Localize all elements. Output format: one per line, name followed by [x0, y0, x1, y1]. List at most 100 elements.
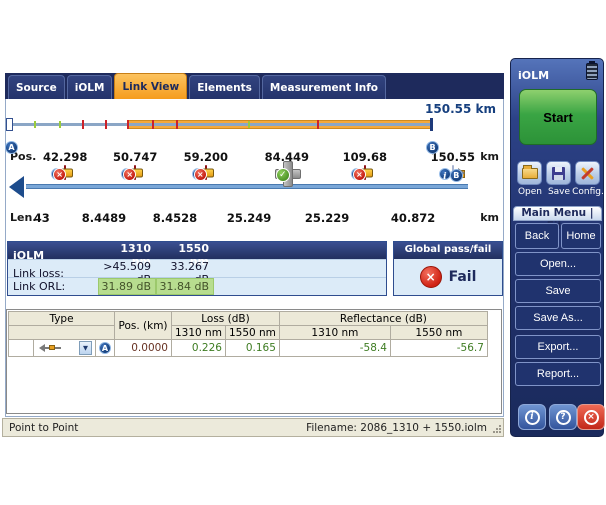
measurement-type-label: Point to Point — [9, 422, 78, 434]
len-unit-label: km — [480, 211, 499, 224]
scroll-left-arrow[interactable] — [9, 176, 24, 198]
start-button[interactable]: Start — [519, 89, 597, 145]
marker-b: B — [426, 141, 439, 154]
link-orl-1550: 31.84 dB — [156, 278, 214, 295]
overview-tick-fail — [176, 120, 178, 129]
summary-title: iOLM — [8, 249, 98, 262]
link-element-splice[interactable] — [364, 166, 366, 179]
element-position: 109.68 — [343, 150, 387, 164]
fiber-line — [26, 184, 468, 189]
menu-header: Main Menu | File — [513, 206, 602, 221]
segment-length: 8.4489 — [82, 211, 126, 225]
elements-list: Type Pos. (km) Loss (dB) Reflectance (dB… — [6, 309, 502, 414]
menu-item-save-as[interactable]: Save As... — [515, 306, 601, 330]
overview-tick-fail — [127, 120, 129, 129]
overview-tick-pass — [248, 121, 250, 128]
tab-elements[interactable]: Elements — [189, 75, 260, 99]
loss-1550-header: 1550 nm — [225, 326, 279, 340]
fail-icon — [123, 168, 136, 181]
segment-length: 25.249 — [227, 211, 271, 225]
tab-bar: Source iOLM Link View Elements Measureme… — [5, 73, 504, 99]
menu-item-open[interactable]: Open... — [515, 252, 601, 276]
fail-icon — [194, 168, 207, 181]
element-position: 59.200 — [184, 150, 228, 164]
floppy-disk-icon — [552, 167, 565, 180]
info-icon — [525, 410, 540, 425]
loss-1310-value: 0.226 — [172, 340, 226, 357]
segment-length: 40.872 — [391, 211, 435, 225]
link-orl-row: Link ORL: 31.89 dB 31.84 dB — [8, 277, 386, 295]
overview-tick-fail — [82, 120, 84, 129]
refl-1310-value: -58.4 — [279, 340, 390, 357]
link-element-end[interactable]: B — [452, 166, 454, 179]
link-element-splice[interactable] — [134, 166, 136, 179]
element-type-icon — [39, 343, 61, 353]
marker-a-badge: A — [99, 342, 111, 354]
back-button[interactable]: Back — [515, 223, 559, 249]
total-link-length: 150.55 km — [425, 102, 496, 116]
info-button[interactable] — [518, 404, 546, 430]
overview-tick-fail — [105, 120, 107, 129]
config-button-label: Config. — [571, 187, 605, 197]
refl-1310-header: 1310 nm — [279, 326, 390, 340]
segment-length: 43 — [34, 211, 50, 225]
loss-1310-header: 1310 nm — [172, 326, 226, 340]
close-button[interactable] — [577, 404, 605, 430]
menu-item-save[interactable]: Save — [515, 279, 601, 303]
col-loss-header: Loss (dB) — [172, 312, 280, 326]
config-button[interactable] — [575, 161, 600, 185]
elements-table: Type Pos. (km) Loss (dB) Reflectance (dB… — [8, 311, 488, 357]
home-button[interactable]: Home — [561, 223, 601, 249]
link-summary-table: iOLM 1310 nm 1550 nm Link loss: >45.509 … — [7, 241, 387, 296]
element-position: 42.298 — [43, 150, 87, 164]
save-button[interactable] — [546, 161, 571, 185]
element-pos-value: 0.0000 — [115, 340, 172, 357]
segment-length: 25.229 — [305, 211, 349, 225]
col-type-header: Type — [9, 312, 115, 326]
link-element-splitter-selected[interactable] — [286, 166, 288, 179]
overview-tick-fail — [317, 120, 319, 129]
open-button-label: Open — [515, 187, 545, 197]
overview-tick-pass — [34, 121, 36, 128]
open-folder-icon — [522, 168, 538, 179]
link-element-splice[interactable] — [205, 166, 207, 179]
fail-icon — [420, 266, 442, 288]
len-row-label: Len. — [10, 211, 36, 224]
dropdown-arrow-icon[interactable] — [79, 341, 92, 355]
tab-iolm[interactable]: iOLM — [67, 75, 113, 99]
tab-source[interactable]: Source — [8, 75, 65, 99]
menu-item-export[interactable]: Export... — [515, 335, 601, 359]
link-element-splice[interactable] — [64, 166, 66, 179]
help-button[interactable] — [549, 404, 577, 430]
pos-unit-label: km — [480, 150, 499, 163]
filename-label: Filename: 2086_1310 + 1550.iolm — [306, 422, 487, 434]
global-status-value: Fail — [449, 269, 477, 285]
close-icon — [584, 410, 599, 425]
element-row[interactable]: A 0.0000 0.226 0.165 -58.4 -56.7 — [9, 340, 488, 357]
tab-measurement-info[interactable]: Measurement Info — [262, 75, 386, 99]
element-position: 150.55 — [431, 150, 475, 164]
overview-fiber-line — [9, 123, 433, 126]
status-bar: Point to Point Filename: 2086_1310 + 155… — [2, 418, 504, 437]
marker-b-badge: B — [450, 169, 463, 182]
tab-link-view[interactable]: Link View — [114, 73, 187, 99]
pass-icon — [276, 168, 290, 182]
menu-item-report[interactable]: Report... — [515, 362, 601, 386]
overview-bar[interactable]: A B — [9, 118, 433, 131]
col-pos-header: Pos. (km) — [115, 312, 172, 340]
refl-1550-header: 1550 nm — [390, 326, 487, 340]
resize-grip — [493, 425, 501, 433]
battery-icon — [586, 63, 598, 80]
tools-icon — [579, 166, 596, 181]
summary-header-row: iOLM 1310 nm 1550 nm — [8, 242, 386, 259]
side-panel: iOLM Start Open Save Config. Main Menu |… — [510, 58, 604, 437]
link-view-page: 150.55 km A B Pos. 42.298 50.747 59.200 … — [5, 99, 504, 417]
refl-1550-value: -56.7 — [390, 340, 487, 357]
fail-icon — [53, 168, 66, 181]
global-status-title: Global pass/fail status — [394, 242, 502, 259]
link-diagram: Pos. 42.298 50.747 59.200 84.449 109.68 … — [6, 150, 503, 226]
link-overview: 150.55 km A B — [9, 102, 500, 146]
col-reflectance-header: Reflectance (dB) — [279, 312, 487, 326]
element-type-dropdown[interactable] — [37, 341, 92, 356]
open-button[interactable] — [517, 161, 542, 185]
